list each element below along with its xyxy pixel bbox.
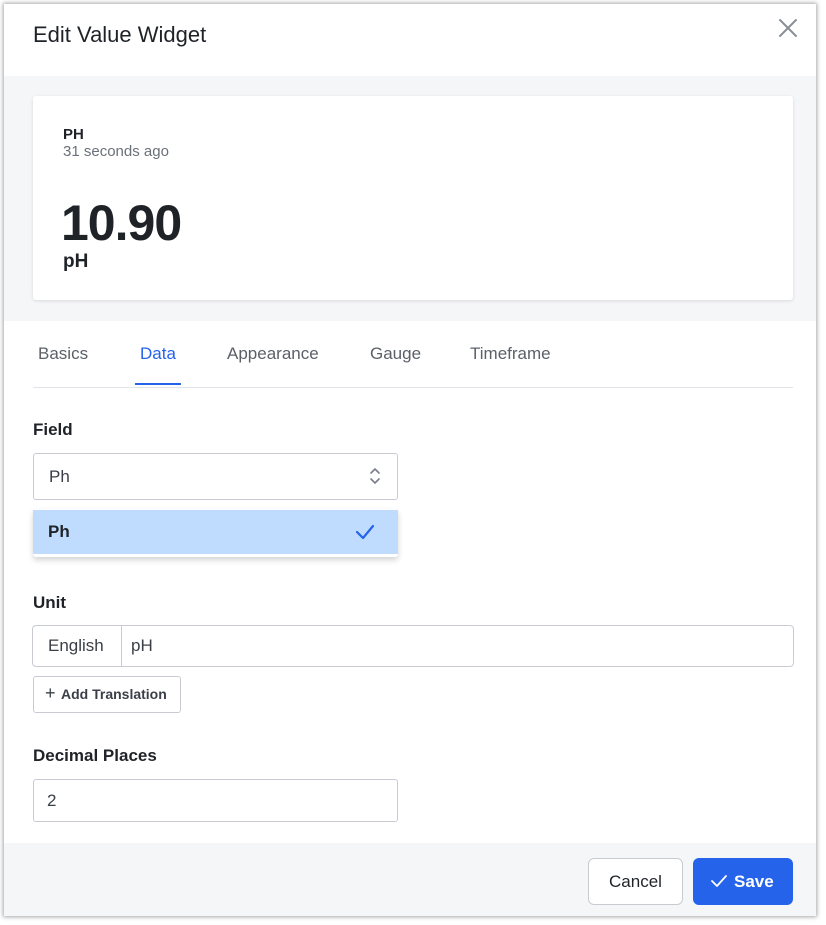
preview-field-name: PH [63, 126, 84, 143]
unit-input-group: English [32, 625, 794, 667]
save-button-label: Save [734, 872, 774, 891]
dialog-footer: Cancel Save [4, 843, 816, 916]
unit-label: Unit [33, 593, 67, 612]
tab-bar: Basics Data Appearance Gauge Timeframe [33, 322, 793, 388]
tab-appearance[interactable]: Appearance [227, 344, 319, 383]
sort-arrows-icon [370, 468, 380, 484]
add-translation-label: Add Translation [61, 686, 167, 702]
plus-icon: + [45, 683, 56, 703]
cancel-button-label: Cancel [609, 872, 662, 891]
field-label: Field [33, 420, 73, 439]
preview-timestamp: 31 seconds ago [63, 143, 169, 160]
unit-language-label: English [48, 636, 104, 655]
save-button[interactable]: Save [693, 858, 793, 905]
close-button[interactable] [774, 14, 802, 42]
cancel-button[interactable]: Cancel [588, 858, 683, 905]
dropdown-option-ph[interactable]: Ph [33, 510, 398, 554]
field-dropdown-menu: Ph [33, 509, 398, 557]
widget-preview-card: PH 31 seconds ago 10.90 pH [33, 96, 793, 300]
field-select-value: Ph [49, 467, 70, 486]
add-translation-button[interactable]: + Add Translation [33, 676, 181, 713]
unit-input[interactable] [122, 626, 782, 666]
tab-basics[interactable]: Basics [38, 344, 88, 383]
edit-widget-dialog: Edit Value Widget PH 31 seconds ago 10.9… [4, 4, 816, 916]
decimal-places-label: Decimal Places [33, 746, 157, 765]
checkmark-icon [711, 875, 727, 887]
decimal-places-input[interactable] [33, 779, 398, 822]
checkmark-icon [355, 524, 375, 540]
close-x-icon [779, 19, 797, 37]
dialog-title: Edit Value Widget [33, 22, 207, 47]
widget-preview-area: PH 31 seconds ago 10.90 pH [4, 76, 816, 321]
preview-unit: pH [63, 251, 89, 272]
tab-data[interactable]: Data [135, 344, 181, 385]
unit-language-selector[interactable]: English [33, 626, 122, 666]
tab-gauge[interactable]: Gauge [370, 344, 421, 383]
dropdown-option-label: Ph [48, 522, 70, 541]
tab-timeframe[interactable]: Timeframe [470, 344, 551, 383]
field-select[interactable]: Ph [33, 453, 398, 500]
dialog-header: Edit Value Widget [4, 4, 816, 76]
preview-value: 10.90 [61, 195, 182, 251]
